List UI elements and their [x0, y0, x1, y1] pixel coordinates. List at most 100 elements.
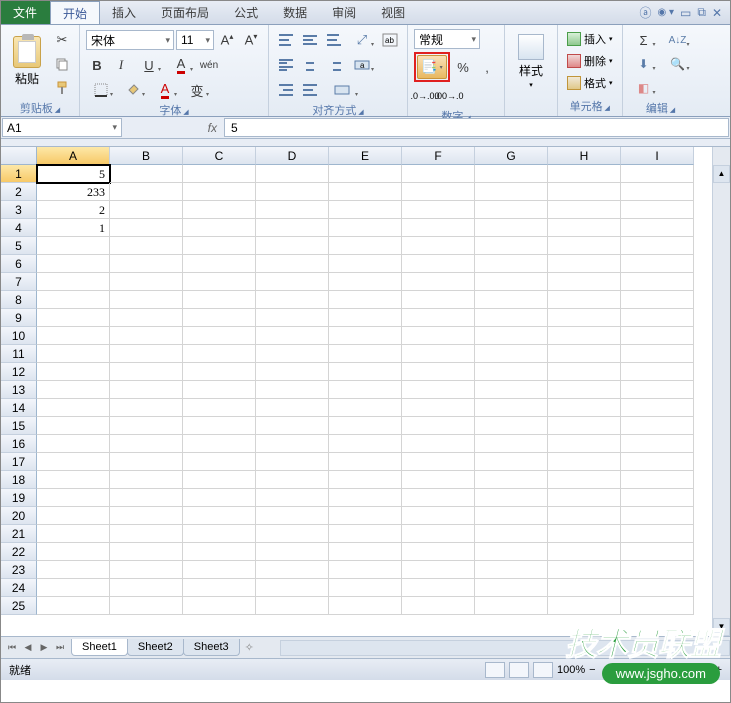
cell[interactable]: [256, 237, 329, 255]
row-header[interactable]: 10: [1, 327, 37, 345]
fx-label[interactable]: fx: [123, 117, 223, 138]
row-header[interactable]: 12: [1, 363, 37, 381]
cell[interactable]: [37, 399, 110, 417]
cell[interactable]: [110, 399, 183, 417]
cell[interactable]: [183, 561, 256, 579]
delete-cells-button[interactable]: 删除 ▾: [564, 51, 616, 71]
zoom-in-button[interactable]: +: [716, 664, 722, 676]
row-header[interactable]: 19: [1, 489, 37, 507]
cell[interactable]: [183, 453, 256, 471]
cell[interactable]: [621, 471, 694, 489]
tab-数据[interactable]: 数据: [271, 1, 320, 24]
cells-area[interactable]: 523321: [37, 165, 712, 636]
cell[interactable]: [621, 525, 694, 543]
col-header-B[interactable]: B: [110, 147, 183, 165]
cell[interactable]: [183, 417, 256, 435]
cell[interactable]: [110, 381, 183, 399]
cell[interactable]: [37, 237, 110, 255]
cell[interactable]: [110, 273, 183, 291]
cell[interactable]: [621, 237, 694, 255]
cell[interactable]: [256, 309, 329, 327]
cell[interactable]: [183, 507, 256, 525]
cell[interactable]: [475, 201, 548, 219]
row-header[interactable]: 25: [1, 597, 37, 615]
styles-button[interactable]: 样式 ▾: [511, 29, 551, 93]
row-header[interactable]: 24: [1, 579, 37, 597]
cell[interactable]: [329, 219, 402, 237]
cell[interactable]: [37, 561, 110, 579]
minimize-ribbon-icon[interactable]: ▭: [680, 6, 691, 20]
cell[interactable]: [402, 597, 475, 615]
cell[interactable]: [37, 327, 110, 345]
cell[interactable]: [621, 399, 694, 417]
cell[interactable]: [621, 453, 694, 471]
sheet-tab-Sheet1[interactable]: Sheet1: [71, 639, 128, 656]
col-header-E[interactable]: E: [329, 147, 402, 165]
cell[interactable]: [110, 471, 183, 489]
cell[interactable]: [256, 327, 329, 345]
cell[interactable]: [475, 327, 548, 345]
row-header[interactable]: 1: [1, 165, 37, 183]
italic-button[interactable]: I: [110, 54, 132, 76]
cell[interactable]: [183, 273, 256, 291]
cell[interactable]: [621, 561, 694, 579]
cell[interactable]: [402, 435, 475, 453]
cell[interactable]: [329, 597, 402, 615]
cell[interactable]: [475, 525, 548, 543]
cell[interactable]: [329, 399, 402, 417]
row-header[interactable]: 9: [1, 309, 37, 327]
cell[interactable]: [183, 309, 256, 327]
cell[interactable]: [475, 489, 548, 507]
cell[interactable]: [329, 525, 402, 543]
percent-button[interactable]: %: [452, 56, 474, 78]
cell[interactable]: [256, 525, 329, 543]
cell[interactable]: [475, 165, 548, 183]
insert-cells-button[interactable]: 插入 ▾: [564, 29, 616, 49]
cell[interactable]: [329, 561, 402, 579]
cell[interactable]: [256, 183, 329, 201]
help-icon[interactable]: ⓐ: [639, 4, 651, 21]
new-sheet-button[interactable]: ✧: [239, 639, 260, 656]
cell[interactable]: [183, 255, 256, 273]
cell[interactable]: [329, 435, 402, 453]
cell[interactable]: [621, 597, 694, 615]
cell[interactable]: [548, 435, 621, 453]
cell[interactable]: [475, 291, 548, 309]
cell[interactable]: [548, 543, 621, 561]
cell[interactable]: [329, 201, 402, 219]
underline-button[interactable]: U▾: [134, 54, 164, 76]
cell[interactable]: [110, 165, 183, 183]
cell[interactable]: [548, 525, 621, 543]
row-header[interactable]: 6: [1, 255, 37, 273]
cell[interactable]: [475, 237, 548, 255]
cell[interactable]: [548, 237, 621, 255]
cell[interactable]: [475, 309, 548, 327]
cell[interactable]: [256, 543, 329, 561]
cut-button[interactable]: ✂: [51, 29, 73, 51]
cell[interactable]: [621, 309, 694, 327]
cell[interactable]: [110, 309, 183, 327]
cell[interactable]: [621, 507, 694, 525]
cell[interactable]: [475, 435, 548, 453]
cell[interactable]: [475, 183, 548, 201]
cell[interactable]: [548, 345, 621, 363]
cell[interactable]: [37, 453, 110, 471]
formula-input[interactable]: 5: [224, 118, 729, 137]
cell[interactable]: [37, 489, 110, 507]
col-header-H[interactable]: H: [548, 147, 621, 165]
cell[interactable]: [475, 507, 548, 525]
zoom-level[interactable]: 100%: [557, 664, 585, 676]
increase-decimal-button[interactable]: .0→.00: [414, 85, 436, 107]
indent-dec-button[interactable]: [275, 79, 297, 101]
cell[interactable]: [475, 597, 548, 615]
sheet-tab-Sheet2[interactable]: Sheet2: [127, 639, 184, 656]
shrink-font-button[interactable]: A▾: [240, 29, 262, 51]
cell[interactable]: [329, 237, 402, 255]
tab-开始[interactable]: 开始: [50, 1, 100, 24]
sheet-next-icon[interactable]: ▶: [37, 642, 51, 653]
cell[interactable]: [621, 489, 694, 507]
format-painter-button[interactable]: [51, 77, 73, 99]
cell[interactable]: [37, 507, 110, 525]
orientation-button[interactable]: ⤢▾: [347, 29, 377, 51]
col-header-A[interactable]: A: [37, 147, 110, 165]
